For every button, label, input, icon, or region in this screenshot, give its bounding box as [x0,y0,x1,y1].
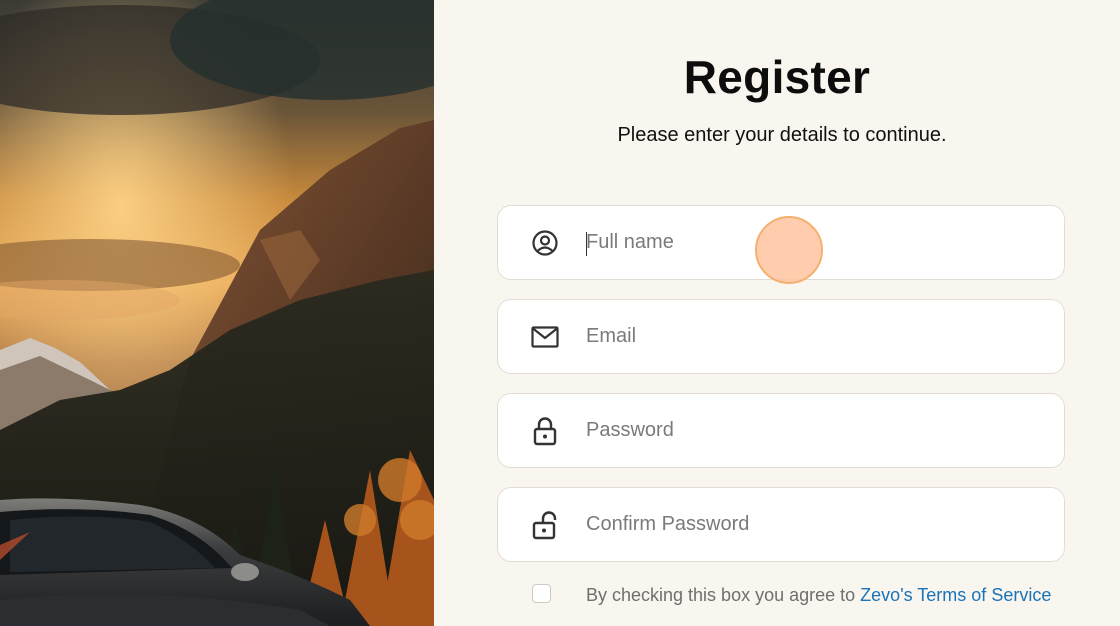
register-panel: Register Please enter your details to co… [434,0,1120,626]
page-subtitle: Please enter your details to continue. [617,124,947,146]
terms-agreement: By checking this box you agree to Zevo's… [532,584,1051,605]
full-name-field[interactable] [497,205,1065,280]
terms-text: By checking this box you agree to [586,585,861,605]
page-title: Register [683,51,871,103]
full-name-input[interactable] [586,206,1046,279]
unlock-icon [530,510,560,540]
mail-icon [530,322,560,352]
confirm-password-input[interactable] [586,488,1046,561]
password-field[interactable] [497,393,1065,468]
terms-checkbox[interactable] [532,584,551,603]
terms-of-service-link[interactable]: Zevo's Terms of Service [860,585,1051,605]
email-field[interactable] [497,299,1065,374]
terms-label: By checking this box you agree to Zevo's… [586,584,1051,606]
email-input[interactable] [586,300,1046,373]
user-circle-icon [530,228,560,258]
hero-image [0,0,434,626]
password-input[interactable] [586,394,1046,467]
confirm-password-field[interactable] [497,487,1065,562]
lock-icon [530,416,560,446]
register-page: Register Please enter your details to co… [0,0,1120,626]
